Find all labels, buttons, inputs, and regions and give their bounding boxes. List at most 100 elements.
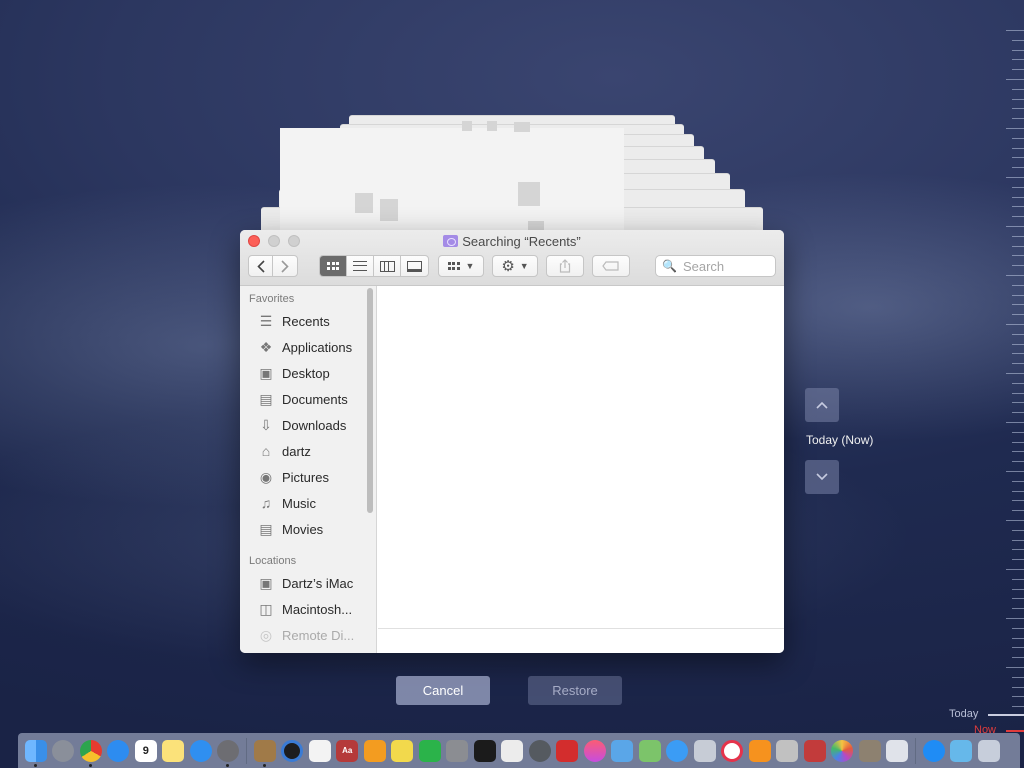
timeline-tick[interactable] <box>1012 480 1024 482</box>
timeline-tick[interactable] <box>1012 353 1024 355</box>
sidebar-item-remote-di[interactable]: ◎ Remote Di... <box>240 622 376 648</box>
timeline-tick[interactable] <box>1012 637 1024 639</box>
timeline-tick[interactable] <box>1012 676 1024 678</box>
timeline-tick[interactable] <box>1012 137 1024 139</box>
share-button[interactable] <box>546 255 584 277</box>
column-view-button[interactable] <box>374 256 401 276</box>
notes-dock-icon[interactable] <box>162 739 185 762</box>
timeline-tick[interactable] <box>1012 167 1024 169</box>
search-field[interactable]: 🔍 <box>655 255 776 277</box>
timeline-tick[interactable] <box>1012 382 1024 384</box>
timeline-tick[interactable] <box>1012 490 1024 492</box>
messages-dock-icon[interactable] <box>666 739 689 762</box>
timeline-tick[interactable] <box>1012 343 1024 345</box>
file-content-area[interactable] <box>378 286 784 628</box>
timeline-tick[interactable] <box>1012 539 1024 541</box>
downloads-folder-dock-icon[interactable] <box>950 739 973 762</box>
app-store-dock-icon[interactable] <box>189 739 212 762</box>
timeline-tick[interactable] <box>1012 510 1024 512</box>
timeline-tick[interactable] <box>1012 461 1024 463</box>
timeline-tick[interactable] <box>1012 88 1024 90</box>
chrome-dock-icon[interactable] <box>79 739 102 767</box>
timeline-tick[interactable] <box>1012 98 1024 100</box>
list-view-button[interactable] <box>347 256 374 276</box>
timeline-tick[interactable] <box>1012 441 1024 443</box>
timeline-up-button[interactable] <box>805 388 839 422</box>
launchpad-dock-icon[interactable] <box>52 739 75 762</box>
dashboard-dock-icon[interactable] <box>776 739 799 762</box>
timeline-tick[interactable] <box>1006 226 1024 227</box>
timeline-tick[interactable] <box>1012 235 1024 237</box>
timeline-tick[interactable] <box>1012 529 1024 531</box>
sidebar-item-desktop[interactable]: ▣ Desktop <box>240 360 376 386</box>
timeline-tick[interactable] <box>1012 706 1024 708</box>
timeline-tick[interactable] <box>1012 686 1024 688</box>
back-button[interactable] <box>249 255 274 277</box>
contacts-dock-icon[interactable] <box>253 739 276 767</box>
timeline-tick[interactable] <box>1012 206 1024 208</box>
game-center-dock-icon[interactable] <box>858 739 881 762</box>
timeline-tick[interactable] <box>1012 69 1024 71</box>
cancel-button[interactable]: Cancel <box>396 676 490 705</box>
forward-button[interactable] <box>273 255 297 277</box>
restore-button[interactable]: Restore <box>528 676 622 705</box>
script-editor-dock-icon[interactable] <box>501 739 524 762</box>
sidebar-item-documents[interactable]: ▤ Documents <box>240 386 376 412</box>
image-capture-dock-icon[interactable] <box>886 739 909 762</box>
timeline-tick[interactable] <box>1012 186 1024 188</box>
timeline-tick[interactable] <box>1012 402 1024 404</box>
sidebar-item-music[interactable]: ♫ Music <box>240 490 376 516</box>
photos-dock-icon[interactable] <box>831 739 854 762</box>
timeline-tick[interactable] <box>1012 451 1024 453</box>
safari-dock-icon[interactable] <box>107 739 130 762</box>
timeline-tick[interactable] <box>1012 255 1024 257</box>
facetime-dock-icon[interactable] <box>418 739 441 762</box>
sidebar-item-dartz-s-imac[interactable]: ▣ Dartz’s iMac <box>240 570 376 596</box>
timeline-tick[interactable] <box>1012 39 1024 41</box>
timeline-tick[interactable] <box>1012 549 1024 551</box>
activity-monitor-dock-icon[interactable] <box>473 739 496 762</box>
books-dock-icon[interactable] <box>748 739 771 762</box>
chess-dock-icon[interactable] <box>803 739 826 762</box>
timeline-tick[interactable] <box>1012 627 1024 629</box>
timeline-tick[interactable] <box>1006 471 1024 472</box>
group-by-button[interactable]: ▼ <box>438 255 484 277</box>
automator-dock-icon[interactable] <box>693 739 716 762</box>
icon-view-button[interactable] <box>320 256 347 276</box>
textedit-dock-icon[interactable] <box>308 739 331 762</box>
home-dock-icon[interactable] <box>363 739 386 762</box>
sidebar-item-downloads[interactable]: ⇩ Downloads <box>240 412 376 438</box>
system-preferences-dock-icon[interactable] <box>217 739 240 767</box>
timeline-tick[interactable] <box>1006 422 1024 423</box>
maps-dock-icon[interactable] <box>638 739 661 762</box>
action-button[interactable]: ⚙ ▼ <box>492 255 538 277</box>
calendar-dock-icon[interactable]: 9 <box>134 739 157 762</box>
sidebar-item-macintosh[interactable]: ◫ Macintosh... <box>240 596 376 622</box>
font-book-dock-icon[interactable] <box>446 739 469 762</box>
sidebar-scrollbar[interactable] <box>367 288 373 513</box>
timeline-tick[interactable] <box>1012 578 1024 580</box>
search-input[interactable] <box>682 258 773 274</box>
timeline-tick[interactable] <box>1012 598 1024 600</box>
finder-dock-icon[interactable] <box>24 739 47 767</box>
timeline-tick[interactable] <box>1012 59 1024 61</box>
timeline-tick[interactable] <box>1006 373 1024 374</box>
timeline-tick[interactable] <box>1012 304 1024 306</box>
timeline-tick[interactable] <box>1012 500 1024 502</box>
timeline-tick[interactable] <box>1012 196 1024 198</box>
stickies-dock-icon[interactable] <box>391 739 414 762</box>
gallery-view-button[interactable] <box>401 256 428 276</box>
timeline-tick[interactable] <box>1012 157 1024 159</box>
sidebar-item-pictures[interactable]: ◉ Pictures <box>240 464 376 490</box>
timeline-tick[interactable] <box>1012 608 1024 610</box>
timeline-tick[interactable] <box>1012 657 1024 659</box>
dictionary-dock-icon[interactable]: Aa <box>336 739 359 762</box>
timeline-down-button[interactable] <box>805 460 839 494</box>
timeline-tick[interactable] <box>1012 333 1024 335</box>
photo-booth-dock-icon[interactable] <box>556 739 579 762</box>
preview-dock-icon[interactable] <box>611 739 634 762</box>
timeline-tick[interactable] <box>1006 177 1024 178</box>
timeline-tick[interactable] <box>1012 588 1024 590</box>
timeline-tick[interactable] <box>1012 559 1024 561</box>
timeline-tick[interactable] <box>1012 294 1024 296</box>
